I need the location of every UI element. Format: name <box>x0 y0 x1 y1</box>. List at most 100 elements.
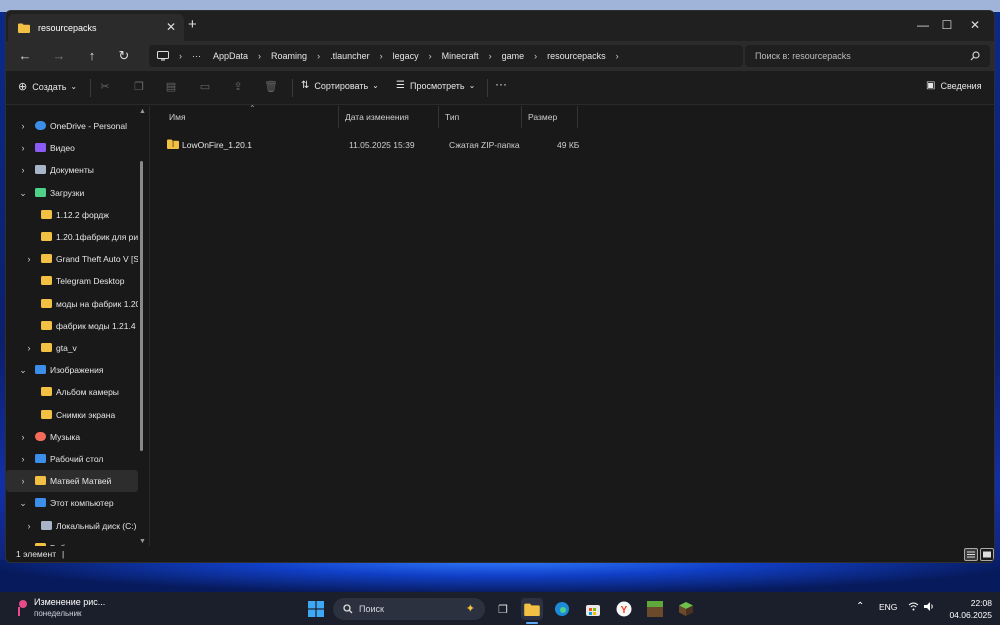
chevron-right-icon[interactable]: › <box>24 521 34 531</box>
chevron-right-icon[interactable]: › <box>24 343 34 353</box>
search-icon <box>970 51 980 61</box>
tab-close-button[interactable]: ✕ <box>166 20 176 34</box>
details-view-toggle[interactable] <box>964 548 978 561</box>
breadcrumb-legacy[interactable]: legacy <box>393 51 419 61</box>
grass-block-icon <box>647 601 663 617</box>
chevron-right-icon[interactable]: › <box>18 476 28 486</box>
sidebar-item[interactable]: › Видео <box>6 137 138 159</box>
volume-icon[interactable] <box>924 602 935 613</box>
sidebar-scrollbar[interactable] <box>140 161 143 451</box>
item-count: 1 элемент <box>16 549 57 559</box>
close-window-button[interactable]: ✕ <box>952 13 994 37</box>
folder-icon <box>41 343 52 352</box>
sidebar-item[interactable]: › Музыка <box>6 426 138 448</box>
sidebar-item[interactable]: ⌄ Загрузки <box>6 182 138 204</box>
chevron-down-icon[interactable]: ⌄ <box>18 498 28 509</box>
chevron-right-icon[interactable]: › <box>18 432 28 442</box>
sidebar-item[interactable]: › OneDrive - Personal <box>6 115 138 137</box>
store-button[interactable] <box>582 598 604 620</box>
details-pane-button[interactable]: ▣ Сведения <box>926 80 982 91</box>
language-indicator[interactable]: ENG <box>879 602 897 612</box>
sidebar-item[interactable]: › Grand Theft Auto V [S <box>6 248 138 270</box>
copilot-sparkle-icon: ✦ <box>465 603 475 615</box>
sidebar-item[interactable]: › gta_v <box>6 337 138 359</box>
forward-button[interactable]: → <box>49 47 69 65</box>
wifi-icon[interactable] <box>908 602 919 613</box>
sidebar-item[interactable]: › Рабочий стол <box>6 448 138 470</box>
sidebar-item[interactable]: › Локальный диск (C:) <box>6 515 138 537</box>
chevron-down-icon[interactable]: ⌄ <box>18 188 28 199</box>
chevron-right-icon[interactable]: › <box>18 121 28 131</box>
file-name: LowOnFire_1.20.1 <box>182 140 252 150</box>
cut-icon[interactable]: ✂ <box>98 81 112 93</box>
breadcrumb-game[interactable]: game <box>502 51 525 61</box>
paste-icon[interactable]: ▤ <box>164 81 178 93</box>
view-button[interactable]: ☰ Просмотреть ⌄ <box>396 80 475 91</box>
document-icon <box>35 165 46 175</box>
sidebar-item[interactable]: 1.12.2 фордж <box>6 204 138 226</box>
address-bar[interactable]: › ··· AppData › Roaming › .tlauncher › l… <box>149 45 743 67</box>
start-button[interactable] <box>305 598 327 620</box>
sidebar-item[interactable]: 1.20.1фабрик для ри <box>6 226 138 248</box>
breadcrumb-appdata[interactable]: AppData <box>213 51 248 61</box>
sidebar-item[interactable]: ⌄ Изображения <box>6 359 138 381</box>
sidebar-item[interactable]: Альбом камеры <box>6 381 138 403</box>
tlauncher-cube-icon <box>679 602 693 616</box>
toolbar-divider <box>487 79 488 97</box>
delete-icon[interactable]: 🗑 <box>264 81 278 93</box>
yandex-browser-button[interactable]: Y <box>613 598 635 620</box>
sidebar-item[interactable]: Снимки экрана <box>6 404 138 426</box>
details-icon: ▣ <box>926 80 936 91</box>
refresh-button[interactable]: ↻ <box>114 47 134 65</box>
task-view-button[interactable]: ❐ <box>492 598 514 620</box>
sort-button[interactable]: ⇅ Сортировать ⌄ <box>301 80 379 91</box>
scroll-down-arrow[interactable]: ▼ <box>139 538 146 545</box>
breadcrumb-roaming[interactable]: Roaming <box>271 51 307 61</box>
breadcrumb-resourcepacks[interactable]: resourcepacks <box>547 51 606 61</box>
breadcrumb-minecraft[interactable]: Minecraft <box>442 51 479 61</box>
sidebar-item[interactable]: Telegram Desktop <box>6 270 138 292</box>
scroll-up-arrow[interactable]: ▲ <box>139 108 146 115</box>
column-header-size[interactable]: Размер <box>522 106 578 128</box>
chevron-right-icon[interactable]: › <box>18 165 28 175</box>
chevron-right-icon[interactable]: › <box>18 143 28 153</box>
edge-browser-button[interactable] <box>551 598 573 620</box>
file-explorer-taskbar-button[interactable] <box>521 598 543 620</box>
more-options-button[interactable]: ··· <box>495 77 507 91</box>
system-clock[interactable]: 22:08 04.06.2025 <box>942 597 992 621</box>
active-app-indicator <box>526 622 538 624</box>
column-header-date[interactable]: Дата изменения <box>339 106 439 128</box>
minecraft-button[interactable] <box>644 598 666 620</box>
yandex-icon: Y <box>616 601 632 617</box>
folder-icon <box>41 320 52 330</box>
sidebar-item[interactable]: ⌄ Этот компьютер <box>6 492 138 514</box>
sidebar-item[interactable]: моды на фабрик 1.20 <box>6 293 138 315</box>
up-button[interactable]: ↑ <box>82 47 102 65</box>
image-icon <box>35 365 46 375</box>
share-icon[interactable]: ⇪ <box>231 81 245 93</box>
tlauncher-button[interactable] <box>675 598 697 620</box>
breadcrumb-tlauncher[interactable]: .tlauncher <box>330 51 370 61</box>
sidebar-item-label: gta_v <box>56 343 77 353</box>
taskbar-search[interactable]: Поиск ✦ <box>333 598 485 620</box>
explorer-tab[interactable]: resourcepacks ✕ <box>8 14 184 41</box>
tiles-view-toggle[interactable] <box>980 548 994 561</box>
breadcrumb-more[interactable]: ··· <box>192 51 201 61</box>
table-row[interactable]: LowOnFire_1.20.1 11.05.2025 15:39 Сжатая… <box>160 136 580 154</box>
show-hidden-icons-button[interactable]: ⌃ <box>856 601 864 612</box>
new-tab-button[interactable]: + <box>188 16 197 33</box>
column-header-type[interactable]: Тип <box>439 106 522 128</box>
copy-icon[interactable]: ❐ <box>132 81 146 93</box>
back-button[interactable]: ← <box>15 47 35 65</box>
chevron-down-icon[interactable]: ⌄ <box>18 365 28 376</box>
sidebar-item[interactable]: › Матвей Матвей <box>6 470 138 493</box>
rename-icon[interactable]: ▭ <box>198 81 212 93</box>
search-input[interactable]: Поиск в: resourcepacks <box>745 45 990 67</box>
sidebar-item[interactable]: › Документы <box>6 159 138 181</box>
create-button[interactable]: ⊕ Создать ⌄ <box>18 80 77 93</box>
chevron-right-icon[interactable]: › <box>18 454 28 464</box>
chevron-right-icon[interactable]: › <box>24 254 34 264</box>
sidebar-item-label: OneDrive - Personal <box>50 121 128 131</box>
chevron-down-icon: ⌄ <box>372 81 379 90</box>
sidebar-item[interactable]: фабрик моды 1.21.4 <box>6 315 138 337</box>
